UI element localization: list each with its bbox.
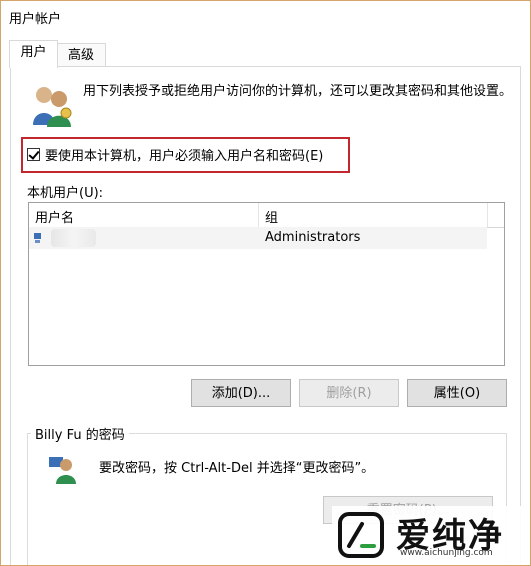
users-panel: 用下列表授予或拒绝用户访问你的计算机，还可以更改其密码和其他设置。 要使用本计算… <box>10 66 521 565</box>
must-login-checkbox[interactable] <box>27 147 40 161</box>
remove-button[interactable]: 删除(R) <box>299 379 399 407</box>
watermark: 爱纯净 www.aichunjing.com <box>332 506 530 565</box>
users-icon <box>33 87 72 127</box>
password-instruction: 要改密码，按 Ctrl-Alt-Del 并选择“更改密码”。 <box>99 461 375 476</box>
username-cell <box>51 229 96 247</box>
logo-icon <box>338 512 384 558</box>
add-button[interactable]: 添加(D)... <box>191 379 291 407</box>
column-divider <box>258 203 259 227</box>
tab-users[interactable]: 用户 <box>9 40 58 68</box>
group-cell: Administrators <box>265 230 361 245</box>
list-header: 用户名 组 <box>29 203 504 228</box>
users-list[interactable]: 用户名 组 Administrators <box>28 202 505 366</box>
tab-bar: 用户 高级 <box>1 32 530 68</box>
user-icon <box>34 233 41 243</box>
column-group[interactable]: 组 <box>265 207 278 226</box>
user-key-icon <box>49 457 76 484</box>
must-login-label: 要使用本计算机，用户必须输入用户名和密码(E) <box>45 148 324 164</box>
title-bar: 用户帐户 <box>1 1 530 32</box>
column-divider <box>487 203 488 227</box>
tab-advanced[interactable]: 高级 <box>56 43 106 68</box>
user-accounts-window: 用户帐户 用户 高级 用下列表授予或拒绝用户访问你的计算机，还可以更改其密码和其… <box>0 0 531 566</box>
watermark-url: www.aichunjing.com <box>400 548 493 558</box>
intro-text: 用下列表授予或拒绝用户访问你的计算机，还可以更改其密码和其他设置。 <box>83 84 513 99</box>
window-title: 用户帐户 <box>9 12 62 27</box>
must-login-option[interactable]: 要使用本计算机，用户必须输入用户名和密码(E) <box>27 145 324 164</box>
properties-button[interactable]: 属性(O) <box>407 379 507 407</box>
password-group-title: Billy Fu 的密码 <box>31 424 129 443</box>
local-users-label: 本机用户(U): <box>27 186 104 201</box>
column-username[interactable]: 用户名 <box>35 207 74 226</box>
table-row[interactable]: Administrators <box>29 227 487 249</box>
